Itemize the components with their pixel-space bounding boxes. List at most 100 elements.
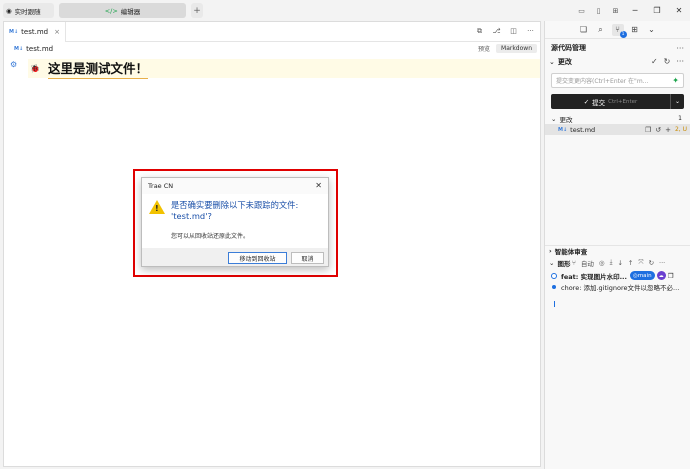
commit-message-input[interactable]: 提交变更内容(Ctrl+Enter 在"m... ✦ [551, 73, 684, 88]
extensions-icon[interactable]: ⊞ [629, 24, 641, 36]
panel-header: 源代码管理 ··· [545, 41, 690, 55]
file-tab-label: test.md [21, 27, 49, 36]
dialog-body: ! 是否确实要删除以下未跟踪的文件: 'test.md'? 您可以从回收站还原此… [142, 194, 328, 248]
preview-button[interactable]: 预览 [478, 44, 490, 53]
editor-line[interactable]: 🐞 这里是测试文件！ [28, 59, 540, 79]
file-tab-test-md[interactable]: M↓ test.md × [4, 21, 66, 42]
branch-icon[interactable]: ⑂ [572, 259, 576, 267]
dialog-title-bar: Trae CN ✕ [142, 178, 328, 194]
refresh-icon[interactable]: ↻ [649, 259, 654, 267]
dialog-sub-message: 您可以从回收站还原此文件。 [171, 233, 250, 240]
dialog-message: 是否确实要删除以下未跟踪的文件: 'test.md'? [171, 200, 298, 222]
commit-button-main[interactable]: ✓ 提交 Ctrl+Enter [551, 97, 670, 107]
bug-icon[interactable]: 🐞 [30, 64, 44, 73]
fetch-icon[interactable]: ⤓ [610, 258, 613, 267]
window-controls: ▭ ▯ ⊞ ─ ❐ ✕ [573, 0, 690, 21]
close-window-button[interactable]: ✕ [668, 0, 690, 21]
split-editor-icon[interactable]: ◫ [508, 25, 519, 37]
graph-label: 图形 [557, 259, 571, 268]
refresh-icon[interactable]: ↻ [664, 57, 671, 66]
commit-shortcut: Ctrl+Enter [608, 98, 638, 105]
warning-icon-mark: ! [155, 204, 159, 213]
files-icon[interactable]: ❏ [578, 24, 590, 36]
graph-section-header[interactable]: ⌄ 图形 ⑂ 自动 ◎ ⤓ ↓ ↑ ⤧ ↻ ··· [545, 257, 690, 268]
file-status: 2, U [674, 126, 687, 133]
target-icon[interactable]: ◎ [599, 259, 605, 267]
chevron-right-icon: › [549, 247, 552, 255]
toggle-sidebar-icon[interactable]: ▯ [592, 4, 605, 17]
close-icon[interactable]: × [54, 28, 60, 36]
ai-review-label: 智能体审查 [554, 248, 588, 256]
toggle-panel-bottom-icon[interactable]: ▭ [575, 4, 588, 17]
graph-commit-row[interactable]: feat: 实现图片水印... ◎ main ☁ ❐ [545, 270, 690, 281]
layout-icon[interactable]: ⊞ [609, 4, 622, 17]
realtime-follow-tab[interactable]: ◉ 实时跟随 [3, 3, 54, 18]
push-icon[interactable]: ↑ [628, 259, 633, 267]
remote-icon: ☁ [656, 271, 666, 280]
markdown-button[interactable]: Markdown [496, 44, 537, 53]
panel-activity-bar: ❏ ⌕ ⑂ 1 ⊞ ⌄ [545, 21, 690, 39]
ai-review-section[interactable]: › 智能体审查 [545, 245, 690, 256]
open-file-icon[interactable]: ❐ [645, 126, 651, 134]
panel-title: 源代码管理 [551, 44, 586, 52]
source-control-panel: ❏ ⌕ ⑂ 1 ⊞ ⌄ 源代码管理 ··· ⌄ 更改 ✓ ↻ ··· 提交变更内容… [544, 21, 690, 469]
file-actions: ❐ ↺ + 2, U [645, 126, 687, 134]
graph-toolbar: ⑂ 自动 ◎ ⤓ ↓ ↑ ⤧ ↻ ··· [572, 258, 665, 268]
graph-auto-label[interactable]: 自动 [581, 258, 594, 268]
changes-section-label: 更改 [557, 57, 572, 66]
chevron-down-icon: ⌄ [551, 114, 557, 123]
realtime-follow-label: 实时跟随 [14, 7, 41, 16]
commit-message: feat: 实现图片水印... [561, 272, 627, 281]
dialog-footer: 移动到回收站 取消 [142, 248, 328, 268]
merge-icon[interactable]: ⤧ [638, 258, 643, 267]
follow-icon: ◉ [6, 6, 12, 15]
close-icon[interactable]: ✕ [315, 181, 322, 190]
stage-icon[interactable]: + [665, 126, 671, 134]
code-icon: </> [104, 6, 118, 15]
editor-tab[interactable]: </> 编辑器 [59, 3, 186, 18]
chevron-down-icon[interactable]: ⌄ [670, 94, 684, 109]
dialog-message-line2: 'test.md'? [171, 211, 212, 221]
source-control-icon[interactable]: ⑂ 1 [611, 23, 627, 38]
commit-message: chore: 添加.gitignore文件以忽略不必... [561, 283, 680, 292]
open-changes-icon[interactable]: ⎇ [491, 25, 502, 37]
branch-badge: ◎ main [630, 271, 655, 280]
copy-icon[interactable]: ❐ [668, 272, 674, 280]
changes-group[interactable]: ⌄ 更改 1 [545, 113, 690, 124]
editor-tab-label: 编辑器 [120, 7, 141, 16]
commit-node-icon [552, 284, 556, 289]
editor-actions: ⧉ ⎇ ◫ ··· [474, 25, 536, 37]
move-to-trash-button[interactable]: 移动到回收站 [228, 252, 287, 264]
check-icon[interactable]: ✓ [651, 57, 658, 66]
maximize-button[interactable]: ❐ [646, 0, 668, 21]
add-tab-button[interactable]: + [191, 3, 203, 18]
changed-file-name: test.md [570, 125, 596, 134]
source-control-badge: 1 [619, 30, 627, 38]
more-actions-icon[interactable]: ··· [525, 25, 536, 37]
search-icon[interactable]: ⌕ [595, 24, 607, 36]
chevron-down-icon: ⌄ [549, 258, 555, 267]
cancel-button[interactable]: 取消 [291, 252, 324, 264]
split-preview-icon[interactable]: ⧉ [474, 25, 485, 37]
graph-line [554, 301, 555, 307]
changes-section-header[interactable]: ⌄ 更改 ✓ ↻ ··· [545, 55, 690, 68]
breadcrumb-file[interactable]: test.md [26, 45, 53, 53]
sparkle-plus-icon[interactable]: ✦ [672, 76, 679, 85]
check-icon: ✓ [583, 97, 590, 106]
discard-icon[interactable]: ↺ [655, 126, 661, 134]
dialog-message-line1: 是否确实要删除以下未跟踪的文件: [171, 200, 299, 210]
more-icon[interactable]: ··· [676, 44, 684, 53]
view-mode-toggle: 预览 Markdown [478, 42, 537, 55]
more-icon[interactable]: ··· [659, 259, 665, 267]
changes-group-label: 更改 [559, 115, 573, 124]
breadcrumb: M↓ test.md 预览 Markdown [4, 42, 540, 55]
commit-button[interactable]: ✓ 提交 Ctrl+Enter ⌄ [551, 94, 684, 109]
git-change-icon[interactable]: ⚙ [10, 60, 17, 69]
pull-icon[interactable]: ↓ [617, 259, 622, 267]
more-icon[interactable]: ··· [676, 57, 684, 66]
minimize-button[interactable]: ─ [624, 0, 646, 21]
changed-file-row[interactable]: M↓ test.md ❐ ↺ + 2, U [545, 124, 690, 135]
chevron-down-icon[interactable]: ⌄ [646, 24, 658, 36]
title-bar: ◉ 实时跟随 </> 编辑器 + ▭ ▯ ⊞ ─ ❐ ✕ [0, 0, 690, 21]
graph-commit-row[interactable]: chore: 添加.gitignore文件以忽略不必... [545, 281, 690, 292]
